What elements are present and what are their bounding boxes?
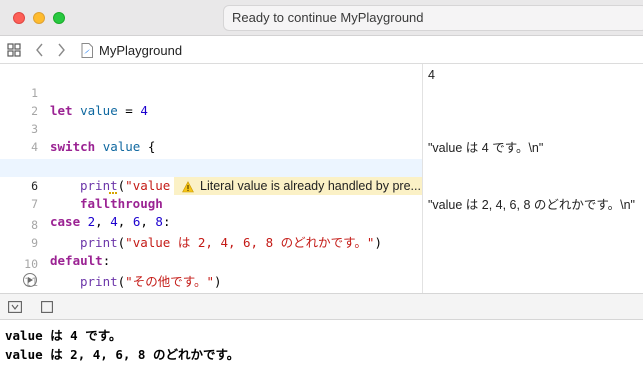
paren: ) — [213, 274, 222, 289]
code-line[interactable]: 4 case 4: — [0, 120, 422, 172]
title-bar: Ready to continue MyPlayground — [0, 0, 643, 36]
close-window-button[interactable] — [13, 12, 25, 24]
result-value-line-1[interactable]: 4 — [428, 68, 435, 82]
hide-debug-area-icon[interactable] — [8, 300, 22, 314]
console-output[interactable]: value は 4 です。 value は 2, 4, 6, 8 のどれかです。 — [0, 320, 643, 372]
result-value-line-8[interactable]: "value は 2, 4, 6, 8 のどれかです。\n" — [428, 194, 635, 213]
code-line[interactable]: 10 print("その他です。") — [0, 237, 422, 289]
swift-file-icon — [80, 42, 94, 58]
console-line: value は 4 です。 — [5, 328, 122, 343]
zoom-window-button[interactable] — [53, 12, 65, 24]
code-line[interactable]: 2 — [0, 84, 422, 118]
warning-underline — [109, 192, 117, 194]
jump-bar: MyPlayground — [0, 36, 643, 64]
warning-triangle-icon — [182, 180, 194, 193]
code-line[interactable]: 7 case 2, 4, 6, 8: Literal value is alre… — [0, 177, 422, 229]
result-value-line-5[interactable]: "value は 4 です。\n" — [428, 137, 543, 156]
code-line[interactable]: 8 print("value は 2, 4, 6, 8 のどれかです。") — [0, 198, 422, 250]
console-line: value は 2, 4, 6, 8 のどれかです。 — [5, 347, 240, 362]
code-line[interactable]: 5 print("value は 4 です。") — [0, 141, 422, 193]
code-line[interactable]: 11 } — [0, 255, 422, 307]
source-editor[interactable]: 1 let value = 4 2 3 switch value { 4 cas… — [0, 64, 422, 307]
chevron-left-icon[interactable] — [33, 42, 45, 58]
code-line-current[interactable]: 6 fallthrough — [0, 159, 422, 211]
chevron-right-icon[interactable] — [55, 42, 67, 58]
string-literal: "その他です。" — [125, 274, 214, 289]
debug-bar — [0, 293, 643, 320]
grid-icon[interactable] — [6, 42, 22, 58]
run-playground-button[interactable] — [23, 273, 37, 287]
minimize-window-button[interactable] — [33, 12, 45, 24]
clear-console-icon[interactable] — [40, 300, 54, 314]
activity-status: Ready to continue MyPlayground — [223, 5, 643, 31]
warning-message: Literal value is already handled by pre.… — [200, 179, 421, 193]
warning-banner[interactable]: Literal value is already handled by pre.… — [174, 177, 422, 195]
code-line[interactable]: 3 switch value { — [0, 102, 422, 154]
code-line[interactable]: 9 default: — [0, 216, 422, 268]
function-call: print — [80, 274, 118, 289]
code-line[interactable]: 1 let value = 4 — [0, 66, 422, 118]
breadcrumb-file-name[interactable]: MyPlayground — [99, 43, 182, 58]
results-sidebar — [422, 64, 643, 293]
code-text: print("その他です。") — [80, 273, 222, 291]
play-icon — [28, 277, 33, 283]
